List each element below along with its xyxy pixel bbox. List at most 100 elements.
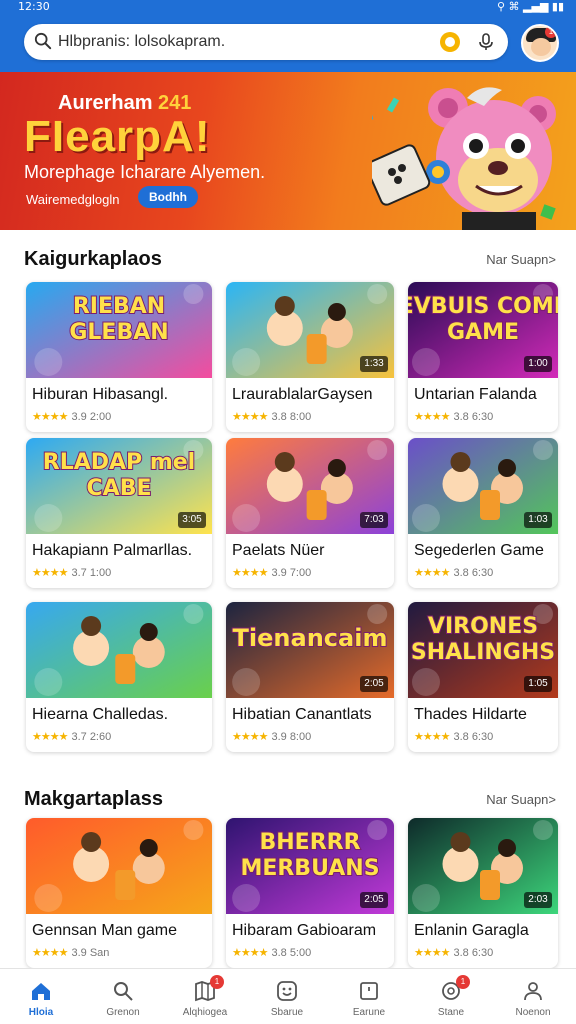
game-title[interactable]: Paelats Nüer [232,542,390,560]
mic-icon[interactable] [476,32,496,52]
avatar[interactable]: 1 [521,24,559,62]
game-card[interactable]: Tienancaim 2:05 Hibatian Canantlats ★★★★ 3.… [226,602,394,752]
section-title-1: Kaigurkaplaos [24,248,162,270]
game-meta: ★★★★ 3.7 2:60 [32,730,111,743]
search-icon [34,32,52,50]
thumbnail-art [26,818,212,914]
status-bar: 12:30 ⚲ ⌘ ▂▄▆ ▮▮ [0,0,576,14]
game-title[interactable]: LraurablalarGaysen [232,386,390,404]
rating-value: 3.8 [453,731,469,743]
game-thumbnail[interactable]: RIEBAN GLEBAN [26,282,212,378]
duration-badge: 1:03 [524,512,552,528]
nav-label: Hloia [28,1007,54,1018]
game-title[interactable]: Thades Hildarte [414,706,554,724]
game-card[interactable]: BHERRR MERBUANS 2:05 Hibaram Gabioaram ★★★★… [226,818,394,968]
nav-item-alqhiogea[interactable]: 1 Alqhiogea [164,969,246,1024]
svg-text:RIEBAN: RIEBAN [73,294,165,319]
duration-badge: 2:05 [360,892,388,908]
game-card[interactable]: 2:03 Enlanin Garagla ★★★★ 3.8 6:30 [408,818,558,968]
duration-badge: 2:03 [524,892,552,908]
nav-item-hloia[interactable]: Hloia [0,969,82,1024]
section-title-2: Makgartaplass [24,788,163,810]
game-card[interactable]: VIRONES SHALINGHS 1:05 Thades Hildarte ★★★★… [408,602,558,752]
rating-value: 3.8 [453,411,469,423]
game-title[interactable]: Segederlen Game [414,542,554,560]
svg-text:VIRONES: VIRONES [428,614,538,639]
duration-badge: 1:33 [360,356,388,372]
game-title[interactable]: Hiearna Challedas. [32,706,208,724]
rating-value: 3.9 [271,567,287,579]
game-title[interactable]: Untarian Falanda [414,386,554,404]
game-card[interactable]: 7:03 Paelats Nüer ★★★★ 3.9 7:00 [226,438,394,588]
rating-stars: ★★★★ [414,947,450,959]
rating-value: 3.7 [71,731,87,743]
duration-badge: 3:05 [178,512,206,528]
play-count: 8:00 [289,731,312,743]
nav-label: Alqhiogea [182,1007,228,1018]
banner-small-text: Wairemedglogln [26,192,120,207]
nav-item-grenon[interactable]: Grenon [82,969,164,1024]
game-meta: ★★★★ 3.8 5:00 [232,946,311,959]
rating-value: 3.8 [271,411,287,423]
thumbnail-art [26,602,212,698]
game-card[interactable]: Gennsan Man game ★★★★ 3.9 San [26,818,212,968]
rating-stars: ★★★★ [32,947,68,959]
rating-stars: ★★★★ [414,731,450,743]
rating-value: 3.8 [453,947,469,959]
duration-badge: 7:03 [360,512,388,528]
nav-label: Stane [437,1007,465,1018]
search-input[interactable] [58,30,448,54]
nav-item-noenon[interactable]: Noenon [492,969,574,1024]
game-card[interactable]: NEVBUIS COMERGAME 1:00 Untarian Falanda ★★… [408,282,558,432]
play-count: 2:60 [89,731,112,743]
promo-banner[interactable]: Aurerham 241 FIearpA! Morephage Icharare… [0,72,576,230]
lens-icon[interactable] [440,32,460,52]
nav-item-earune[interactable]: Earune [328,969,410,1024]
game-title[interactable]: Hakapiann Palmarllas. [32,542,208,560]
play-count: 2:00 [89,411,112,423]
thumbnail-art: RIEBANGLEBAN [26,282,212,378]
rating-stars: ★★★★ [232,731,268,743]
svg-text:GLEBAN: GLEBAN [69,320,168,345]
nav-item-stane[interactable]: 1 Stane [410,969,492,1024]
game-card[interactable]: 1:03 Segederlen Game ★★★★ 3.8 6:30 [408,438,558,588]
game-title[interactable]: Hibatian Canantlats [232,706,390,724]
game-meta: ★★★★ 3.9 2:00 [32,410,111,423]
svg-text:MERBUANS: MERBUANS [240,856,379,881]
game-card[interactable]: 1:33 LraurablalarGaysen ★★★★ 3.8 8:00 [226,282,394,432]
game-thumbnail[interactable] [26,602,212,698]
rating-stars: ★★★★ [32,411,68,423]
banner-button[interactable]: Bodhh [138,186,198,208]
nav-item-sbarue[interactable]: Sbarue [246,969,328,1024]
duration-badge: 2:05 [360,676,388,692]
see-all-link-1[interactable]: Nar Suapn> [486,252,556,267]
duration-badge: 1:05 [524,676,552,692]
game-title[interactable]: Hibaram Gabioaram [232,922,390,940]
search-bar[interactable] [24,24,508,60]
game-title[interactable]: Hiburan Hibasangl. [32,386,208,404]
rating-value: 3.9 [71,411,87,423]
game-card[interactable]: RIEBAN GLEBAN Hiburan Hibasangl. ★★★★ 3.9 2… [26,282,212,432]
play-count: 7:00 [289,567,312,579]
game-title[interactable]: Gennsan Man game [32,922,208,940]
nav-badge: 1 [456,975,470,989]
svg-text:BHERRR: BHERRR [259,830,360,855]
nav-label: Earune [352,1007,386,1018]
game-meta: ★★★★ 3.8 6:30 [414,730,493,743]
game-thumbnail[interactable] [26,818,212,914]
game-meta: ★★★★ 3.8 6:30 [414,946,493,959]
rating-stars: ★★★★ [414,411,450,423]
rating-stars: ★★★★ [232,567,268,579]
rating-value: 3.7 [71,567,87,579]
rating-value: 3.8 [453,567,469,579]
status-time: 12:30 [18,0,50,13]
rating-stars: ★★★★ [232,947,268,959]
game-meta: ★★★★ 3.9 San [32,946,109,959]
game-meta: ★★★★ 3.7 1:00 [32,566,111,579]
see-all-link-2[interactable]: Nar Suapn> [486,792,556,807]
rating-stars: ★★★★ [32,567,68,579]
game-card[interactable]: Hiearna Challedas. ★★★★ 3.7 2:60 [26,602,212,752]
game-card[interactable]: RLADAP mel CABE 3:05 Hakapiann Palmarllas.… [26,438,212,588]
game-title[interactable]: Enlanin Garagla [414,922,554,940]
rating-stars: ★★★★ [414,567,450,579]
